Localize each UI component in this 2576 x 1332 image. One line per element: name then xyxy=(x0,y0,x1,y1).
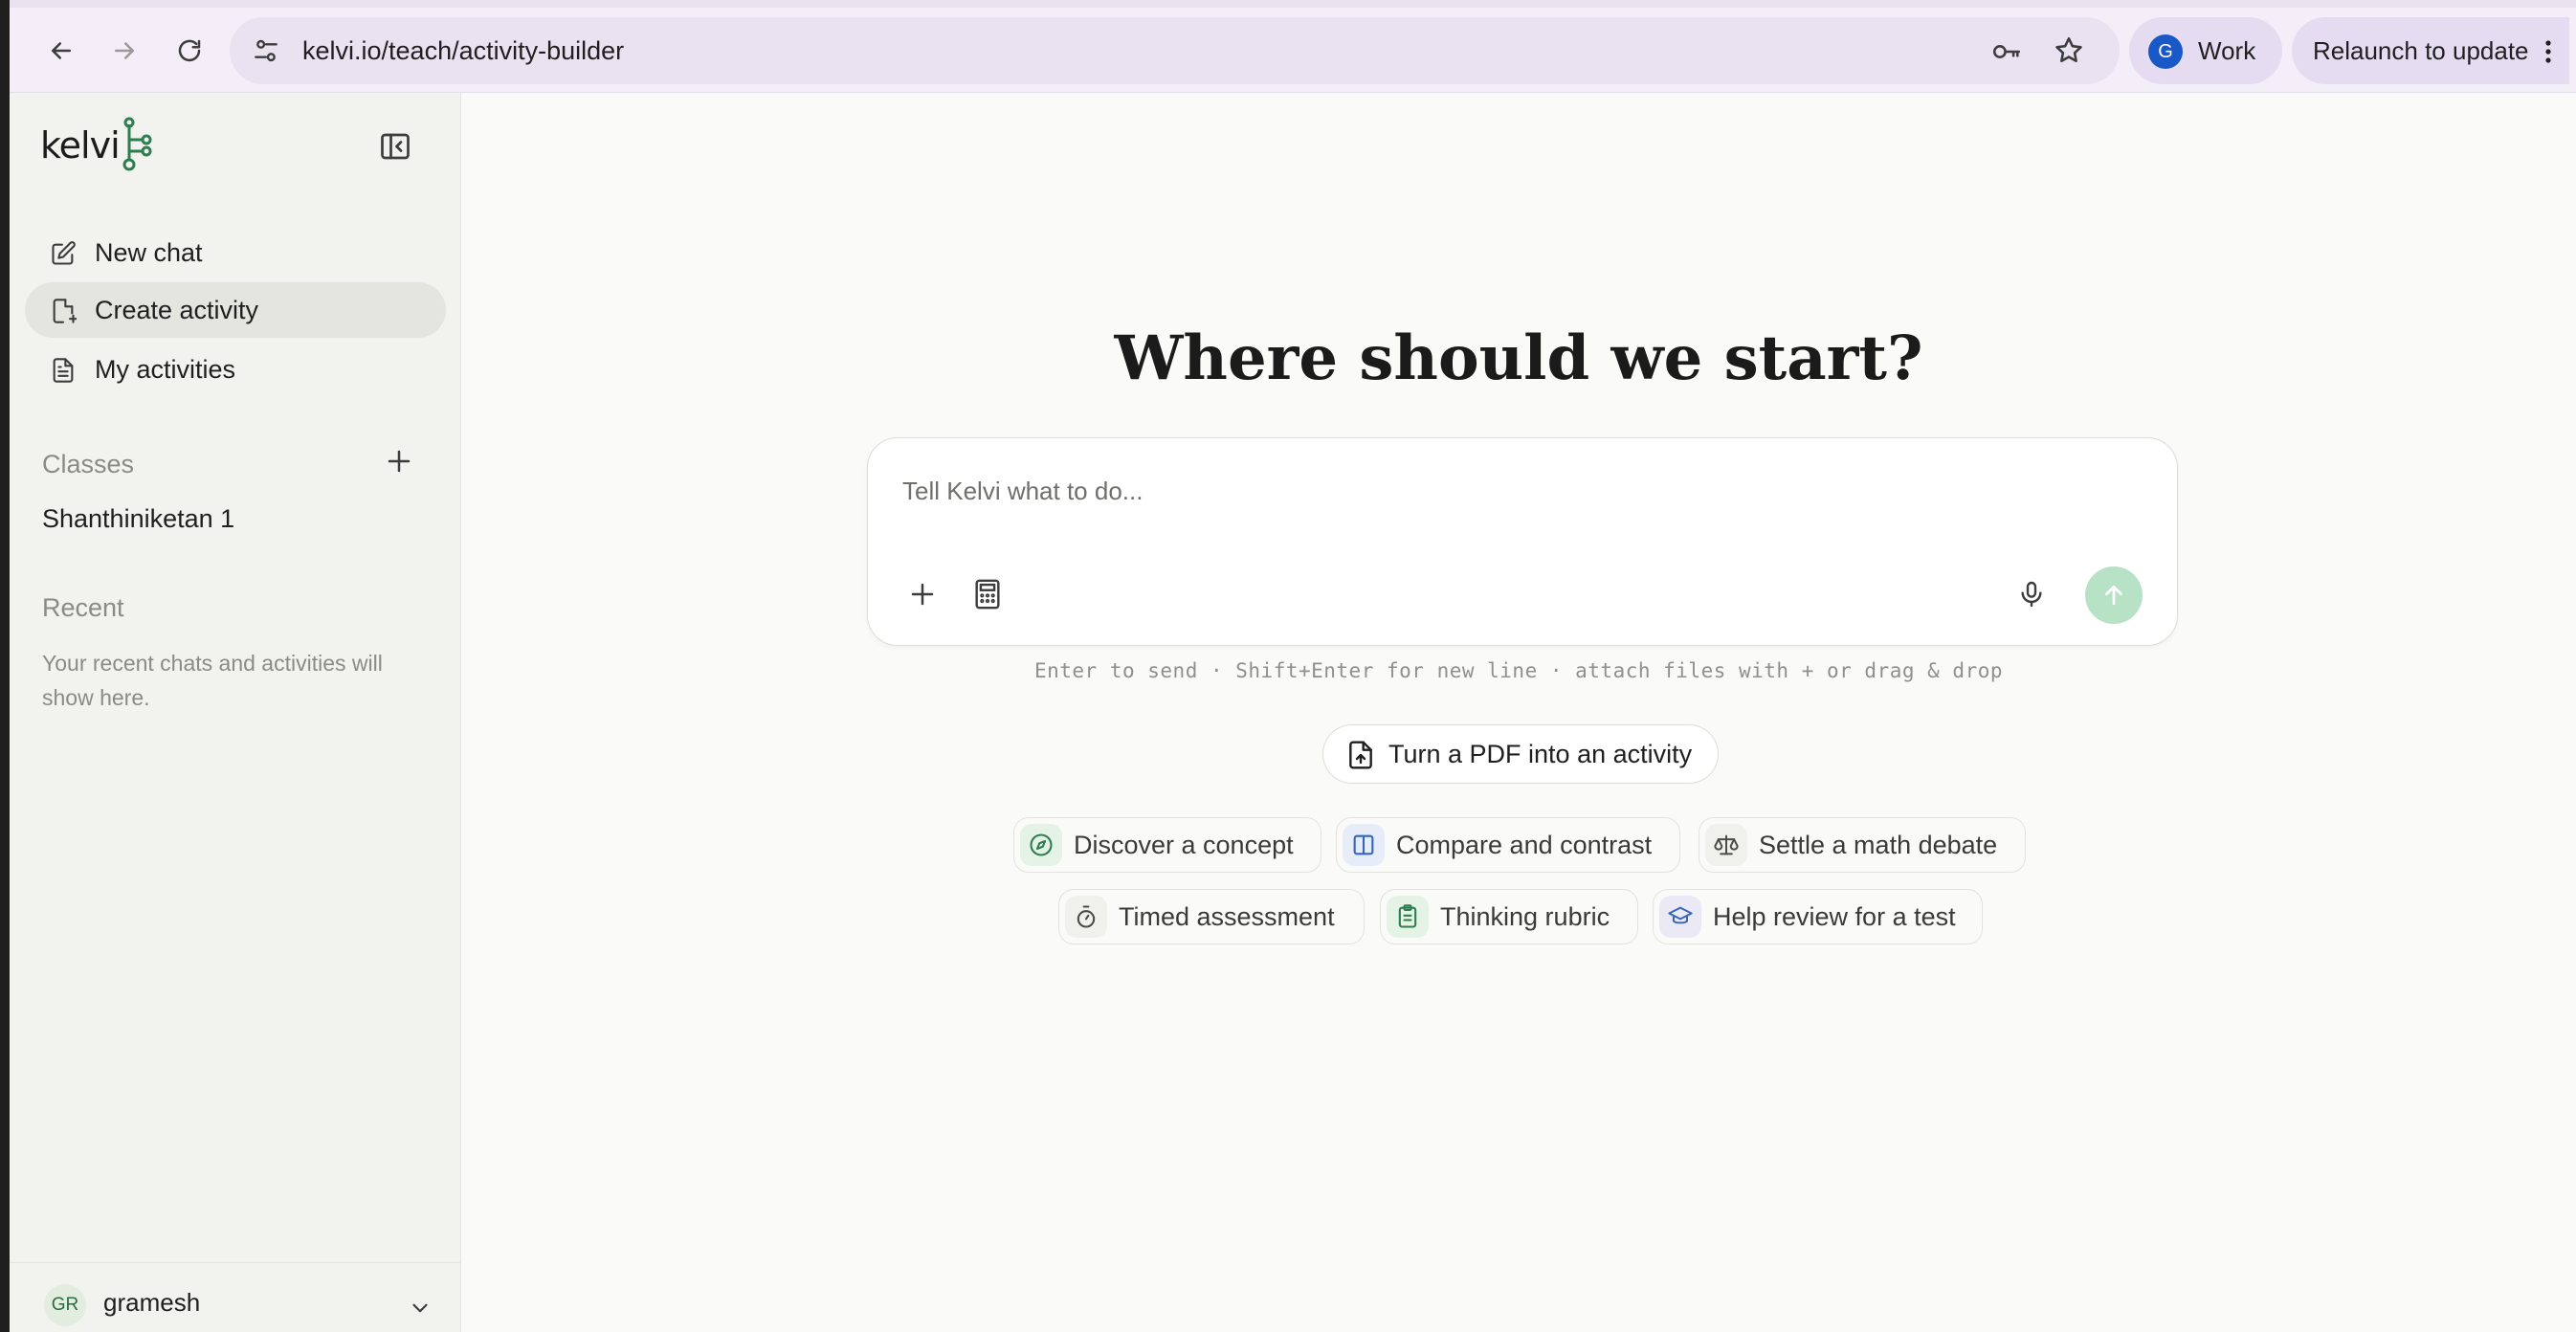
reload-button[interactable] xyxy=(167,29,211,73)
suggestion-settle-math-debate[interactable]: Settle a math debate xyxy=(1699,817,2026,873)
browser-window: kelvi.io/teach/activity-builder G Work R… xyxy=(10,0,2576,1332)
tab-strip-edge xyxy=(10,0,2576,8)
file-upload-icon xyxy=(1349,741,1372,769)
edit-icon xyxy=(52,241,76,265)
suggestion-label: Thinking rubric xyxy=(1440,902,1610,931)
pdf-to-activity-button[interactable]: Turn a PDF into an activity xyxy=(1322,724,1719,784)
prompt-composer xyxy=(867,437,2178,646)
nav-my-activities[interactable]: My activities xyxy=(25,342,446,397)
url-text[interactable]: kelvi.io/teach/activity-builder xyxy=(302,17,624,84)
suggestion-label: Settle a math debate xyxy=(1759,831,1998,859)
attach-plus-icon[interactable] xyxy=(908,580,937,609)
recent-heading: Recent xyxy=(42,593,124,622)
logo-mark-icon xyxy=(122,117,152,171)
nav-create-activity[interactable]: Create activity xyxy=(25,282,446,338)
user-menu[interactable]: GR gramesh xyxy=(10,1262,460,1332)
page-title: Where should we start? xyxy=(1114,322,1923,394)
send-button[interactable] xyxy=(2085,566,2143,624)
clipboard-icon xyxy=(1387,896,1429,938)
suggestion-compare-contrast[interactable]: Compare and contrast xyxy=(1336,817,1680,873)
arrow-left-icon xyxy=(52,42,71,59)
relaunch-button[interactable]: Relaunch to update xyxy=(2292,17,2569,84)
suggestion-label: Timed assessment xyxy=(1119,902,1335,931)
main-content: Where should we start? Enter to send · S… xyxy=(461,93,2576,1332)
suggestion-help-review-test[interactable]: Help review for a test xyxy=(1653,889,1983,944)
document-icon xyxy=(53,358,74,383)
recent-empty-text: Your recent chats and activities will sh… xyxy=(42,651,383,710)
logo-wordmark: kelvi xyxy=(40,124,121,166)
pdf-button-label: Turn a PDF into an activity xyxy=(1388,740,1693,768)
suggestion-timed-assessment[interactable]: Timed assessment xyxy=(1058,889,1365,944)
forward-button[interactable] xyxy=(102,29,146,73)
profile-label: Work xyxy=(2198,36,2256,65)
graduation-cap-icon xyxy=(1659,896,1701,938)
reload-icon xyxy=(178,39,201,62)
collapse-sidebar-icon[interactable] xyxy=(378,129,412,164)
composer-hint: Enter to send · Shift+Enter for new line… xyxy=(1033,659,2004,682)
suggestion-thinking-rubric[interactable]: Thinking rubric xyxy=(1380,889,1638,944)
scale-icon xyxy=(1705,824,1747,866)
key-icon[interactable] xyxy=(1990,35,2023,68)
user-avatar: GR xyxy=(44,1284,86,1326)
file-plus-icon xyxy=(53,299,77,323)
columns-icon xyxy=(1343,824,1385,866)
nav-new-chat[interactable]: New chat xyxy=(25,225,446,280)
add-class-icon[interactable] xyxy=(385,447,413,476)
site-settings-icon[interactable] xyxy=(251,35,281,66)
timer-icon xyxy=(1065,896,1107,938)
address-bar[interactable]: kelvi.io/teach/activity-builder xyxy=(230,17,2120,84)
arrow-right-icon xyxy=(115,42,134,59)
suggestion-discover-concept[interactable]: Discover a concept xyxy=(1013,817,1321,873)
sidebar: kelvi New chat Create activity My activi… xyxy=(10,93,461,1332)
profile-avatar: G xyxy=(2148,34,2183,69)
star-icon[interactable] xyxy=(2053,34,2085,67)
nav-label: My activities xyxy=(95,354,236,384)
classes-heading: Classes xyxy=(42,450,135,478)
profile-button[interactable]: G Work xyxy=(2129,17,2282,84)
calculator-icon[interactable] xyxy=(973,578,1002,610)
kelvi-logo[interactable]: kelvi xyxy=(40,117,152,174)
relaunch-label: Relaunch to update xyxy=(2313,36,2529,65)
browser-toolbar: kelvi.io/teach/activity-builder G Work R… xyxy=(10,0,2576,93)
microphone-icon[interactable] xyxy=(2016,578,2047,610)
more-vert-icon[interactable] xyxy=(2537,36,2560,67)
compass-icon xyxy=(1020,824,1062,866)
chevron-down-icon[interactable] xyxy=(408,1296,433,1321)
prompt-input[interactable] xyxy=(902,471,2127,511)
nav-label: New chat xyxy=(95,237,203,267)
arrow-up-icon xyxy=(2105,585,2122,606)
suggestion-label: Compare and contrast xyxy=(1396,831,1653,859)
suggestion-label: Help review for a test xyxy=(1713,902,1956,931)
nav-label: Create activity xyxy=(95,295,259,324)
user-name: gramesh xyxy=(103,1288,201,1317)
back-button[interactable] xyxy=(39,29,83,73)
suggestion-label: Discover a concept xyxy=(1074,831,1294,859)
class-item[interactable]: Shanthiniketan 1 xyxy=(42,504,234,534)
